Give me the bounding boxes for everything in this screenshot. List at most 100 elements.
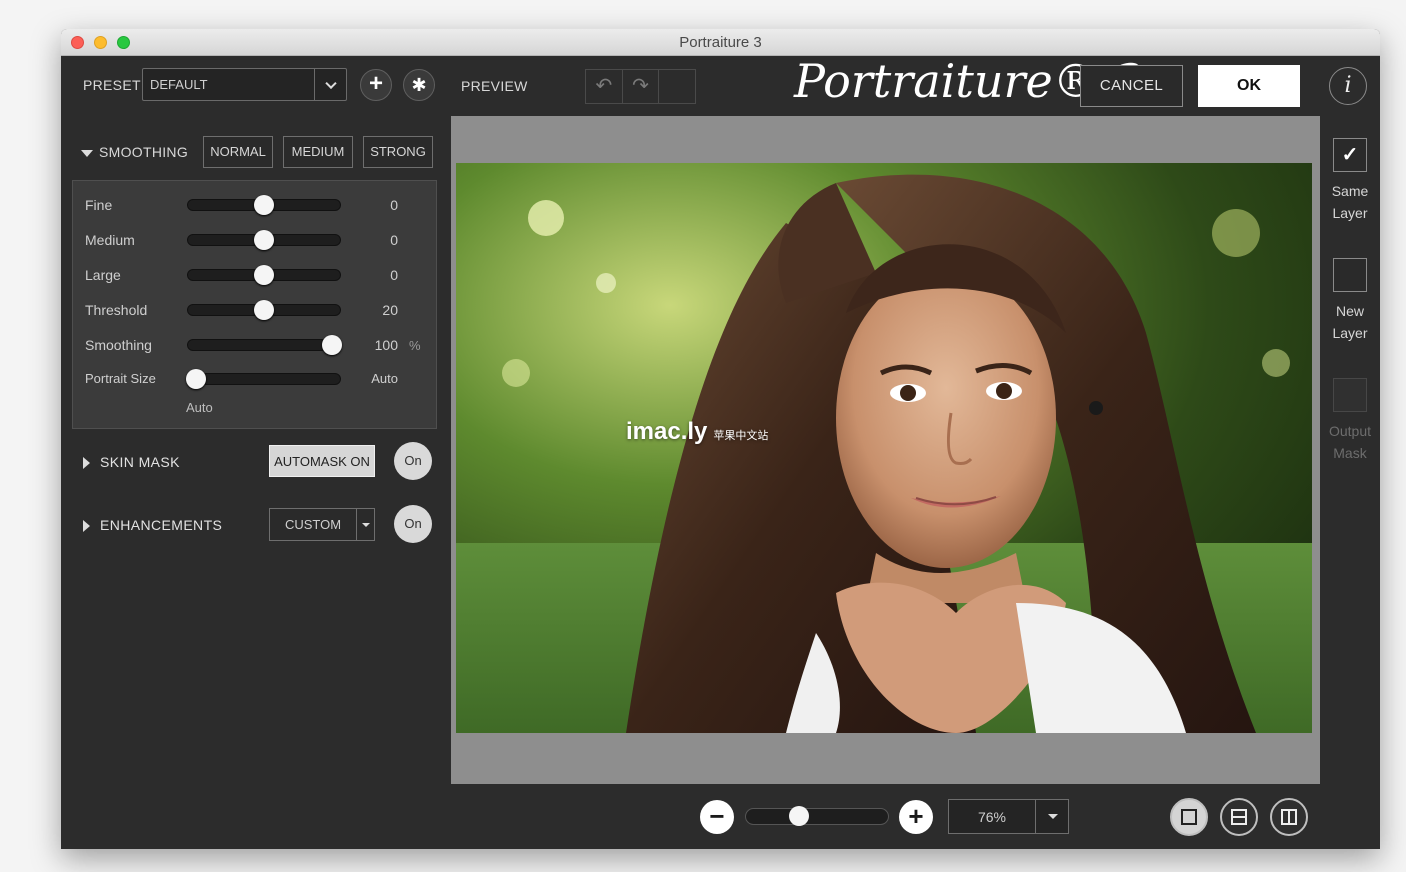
same-layer-label-line2: Layer (1332, 205, 1368, 221)
history-controls: ↶ ↷ (585, 69, 696, 104)
threshold-value: 20 (382, 302, 398, 318)
fine-label: Fine (85, 197, 113, 213)
enhancements-section-header[interactable]: ENHANCEMENTS (83, 517, 222, 533)
triangle-right-icon (83, 520, 90, 533)
watermark-text: imac.ly (626, 418, 708, 445)
preset-value: DEFAULT (150, 77, 208, 92)
percent-unit: % (409, 338, 421, 353)
redo-icon: ↷ (632, 75, 649, 97)
info-icon[interactable]: i (1329, 67, 1367, 105)
automask-button[interactable]: AUTOMASK ON (269, 445, 375, 477)
preview-canvas[interactable]: imac.ly 苹果中文站 (451, 116, 1320, 784)
split-horizontal-view-button[interactable] (1220, 798, 1258, 836)
watermark: imac.ly 苹果中文站 (626, 418, 768, 446)
enhancements-preset-dropdown[interactable]: CUSTOM (269, 508, 375, 541)
fine-slider[interactable] (187, 195, 341, 215)
enhancements-preset-value: CUSTOM (284, 517, 342, 532)
enhancements-title: ENHANCEMENTS (100, 517, 223, 533)
portrait-image (456, 163, 1312, 733)
triangle-down-icon (81, 149, 93, 157)
chevron-down-icon (324, 77, 337, 89)
zoom-level-value: 76% (977, 809, 1007, 825)
gear-icon: ✱ (411, 75, 427, 95)
same-layer-checkbox[interactable]: ✓ (1333, 138, 1367, 172)
zoom-level-dropdown[interactable]: 76% (948, 799, 1069, 834)
zoom-out-button[interactable]: − (700, 800, 734, 834)
ok-button[interactable]: OK (1198, 65, 1300, 107)
smoothing-section-header[interactable]: SMOOTHING (81, 144, 188, 160)
large-value: 0 (390, 267, 398, 283)
triangle-right-icon (83, 457, 90, 470)
fine-value: 0 (390, 197, 398, 213)
enhancements-on-toggle[interactable]: On (394, 505, 432, 543)
output-mask-label-line1: Output (1328, 423, 1372, 439)
undo-icon: ↶ (595, 75, 613, 97)
skin-mask-title: SKIN MASK (100, 454, 180, 470)
app-window: Portraiture 3 PRESET DEFAULT + ✱ PREVIEW… (61, 29, 1380, 849)
smoothing-title: SMOOTHING (99, 144, 189, 160)
smoothing-medium-button[interactable]: MEDIUM (283, 136, 353, 168)
medium-slider[interactable] (187, 230, 341, 250)
threshold-label: Threshold (85, 302, 148, 318)
preview-photo[interactable]: imac.ly 苹果中文站 (456, 163, 1312, 733)
add-preset-button[interactable]: + (360, 69, 392, 101)
preset-label: PRESET (83, 77, 141, 93)
title-bar: Portraiture 3 (61, 29, 1380, 56)
new-layer-checkbox[interactable] (1333, 258, 1367, 292)
preset-dropdown-arrow[interactable] (314, 69, 346, 100)
medium-value: 0 (390, 232, 398, 248)
portrait-size-label: Portrait Size (85, 371, 156, 386)
smoothing-value: 100 (374, 337, 398, 353)
zoom-in-button[interactable]: + (899, 800, 933, 834)
medium-label: Medium (85, 232, 135, 248)
smoothing-label: Smoothing (85, 337, 152, 353)
preview-label: PREVIEW (461, 78, 528, 94)
new-layer-label-line2: Layer (1332, 325, 1368, 341)
preset-dropdown[interactable]: DEFAULT (142, 68, 347, 101)
zoom-slider-knob[interactable] (788, 806, 809, 826)
new-layer-label: New Layer (1314, 300, 1380, 344)
smoothing-sliders-panel: Fine 0 Medium 0 Large 0 Threshold 20 Smo… (72, 180, 437, 429)
threshold-slider[interactable] (187, 300, 341, 320)
slider-knob[interactable] (254, 195, 274, 215)
large-slider[interactable] (187, 265, 341, 285)
preset-settings-button[interactable]: ✱ (403, 69, 435, 101)
output-mask-label: Output Mask (1314, 420, 1380, 464)
large-label: Large (85, 267, 121, 283)
skin-mask-on-toggle[interactable]: On (394, 442, 432, 480)
smoothing-normal-button[interactable]: NORMAL (203, 136, 273, 168)
same-layer-label: Same Layer (1314, 180, 1380, 224)
portrait-size-value: Auto (371, 371, 398, 386)
portrait-size-slider[interactable] (185, 369, 341, 389)
watermark-subtext: 苹果中文站 (713, 430, 769, 442)
single-view-icon (1181, 809, 1197, 825)
slider-knob[interactable] (254, 230, 274, 250)
smoothing-slider[interactable] (187, 335, 343, 355)
slider-knob[interactable] (254, 265, 274, 285)
cancel-button[interactable]: CANCEL (1080, 65, 1183, 107)
redo-button[interactable]: ↷ (623, 70, 660, 103)
same-layer-label-line1: Same (1331, 183, 1369, 199)
output-mask-checkbox[interactable] (1333, 378, 1367, 412)
output-mask-label-line2: Mask (1333, 445, 1367, 461)
window-title: Portraiture 3 (679, 34, 762, 51)
slider-knob[interactable] (185, 369, 206, 389)
zoom-slider[interactable] (745, 806, 889, 826)
slider-knob[interactable] (254, 300, 274, 320)
portrait-size-sub-label: Auto (186, 400, 213, 415)
plus-icon: + (368, 70, 383, 97)
new-layer-label-line1: New (1335, 303, 1364, 319)
history-dropdown-button[interactable] (659, 70, 695, 103)
split-horizontal-icon (1231, 809, 1247, 825)
chevron-down-icon[interactable] (356, 509, 374, 540)
checkmark-icon: ✓ (1341, 144, 1359, 166)
split-vertical-view-button[interactable] (1270, 798, 1308, 836)
minus-icon: − (709, 801, 725, 831)
split-vertical-icon (1281, 809, 1297, 825)
skin-mask-section-header[interactable]: SKIN MASK (83, 454, 180, 470)
plus-icon: + (908, 801, 924, 831)
single-view-button[interactable] (1170, 798, 1208, 836)
smoothing-strong-button[interactable]: STRONG (363, 136, 433, 168)
undo-button[interactable]: ↶ (586, 70, 623, 103)
chevron-down-icon[interactable] (1035, 800, 1068, 833)
